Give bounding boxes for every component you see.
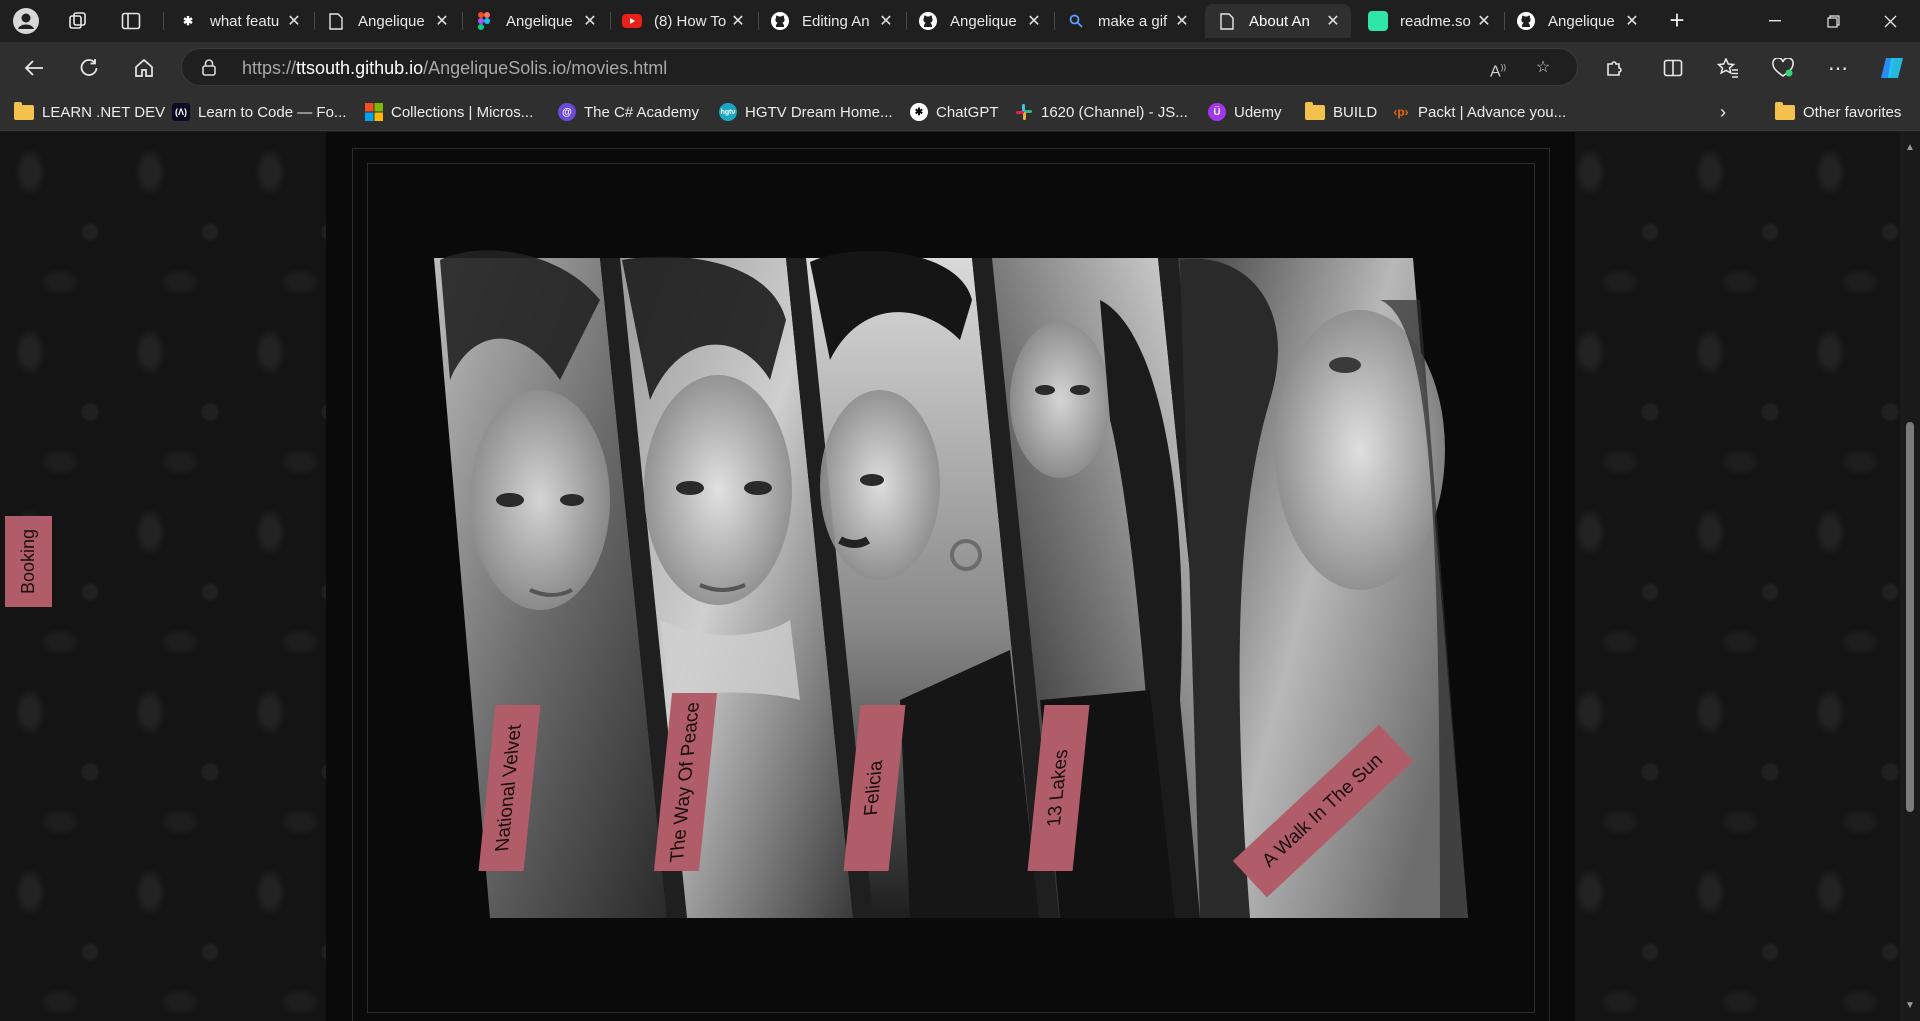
movie-title: 13 Lakes xyxy=(1043,748,1073,828)
scroll-up-arrow-icon[interactable]: ▲ xyxy=(1904,142,1916,153)
movie-collage xyxy=(434,250,1468,918)
scrollbar-thumb[interactable] xyxy=(1906,422,1914,812)
page-scrollbar[interactable]: ▲ ▼ xyxy=(1900,132,1920,1021)
movie-title: The Way Of Peace xyxy=(666,701,704,864)
scroll-down-arrow-icon[interactable]: ▼ xyxy=(1904,1000,1916,1011)
movie-title: National Velvet xyxy=(491,723,527,853)
movie-title: Felicia xyxy=(860,759,888,817)
